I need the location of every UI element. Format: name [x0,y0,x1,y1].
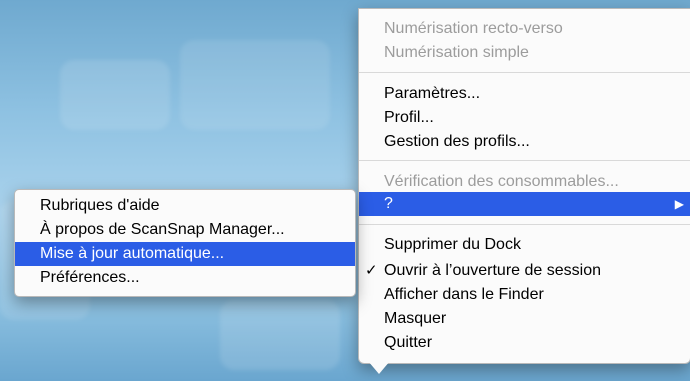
menu-item-remove-from-dock[interactable]: Supprimer du Dock [359,233,690,257]
menu-item-help-label: ? [384,195,393,212]
menu-item-scan-duplex: Numérisation recto-verso [384,20,563,37]
menu-item-settings[interactable]: Paramètres... [359,82,690,106]
submenu-item-about[interactable]: À propos de ScanSnap Manager... [15,218,355,242]
menu-separator [359,72,690,73]
menu-item-open-at-login[interactable]: ✓ Ouvrir à l’ouverture de session [359,259,690,283]
menu-item-open-at-login-label: Ouvrir à l’ouverture de session [384,262,601,279]
submenu-arrow-icon: ▶ [674,197,684,211]
menu-item-hide[interactable]: Masquer [359,307,690,331]
submenu-item-auto-update[interactable]: Mise à jour automatique... [15,242,355,266]
menu-item-help[interactable]: ? ▶ [359,192,690,216]
desktop-background-glow [60,60,170,130]
desktop-background-glow [220,300,340,370]
checkmark-icon: ✓ [365,262,378,279]
menu-separator [359,224,690,225]
menu-item-show-in-finder[interactable]: Afficher dans le Finder [359,283,690,307]
help-submenu: Rubriques d'aide À propos de ScanSnap Ma… [14,189,356,297]
submenu-item-preferences[interactable]: Préférences... [15,266,355,290]
dock-menu-pointer [368,361,390,374]
menu-separator [359,160,690,161]
menu-item-profile-management[interactable]: Gestion des profils... [359,130,690,154]
desktop-background-glow [180,40,330,130]
menu-item-profile[interactable]: Profil... [359,106,690,130]
submenu-item-help-topics[interactable]: Rubriques d'aide [15,194,355,218]
menu-item-scan-simplex: Numérisation simple [384,44,529,61]
dock-context-menu: Numérisation recto-verso Numérisation si… [358,8,690,364]
menu-item-consumables-check: Vérification des consommables... [384,173,619,190]
menu-item-quit[interactable]: Quitter [359,331,690,355]
